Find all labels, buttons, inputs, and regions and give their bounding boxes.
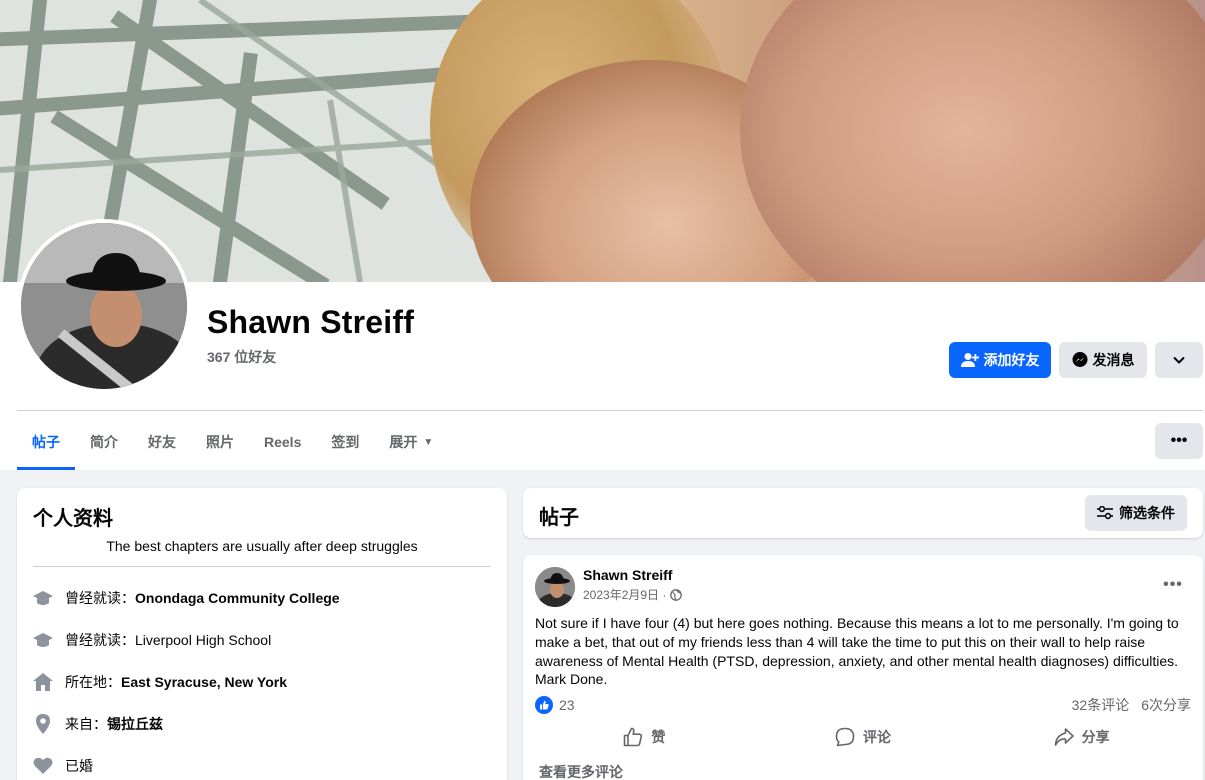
comment-bubble-icon (835, 727, 855, 747)
avatar-portrait-graphic (535, 567, 575, 607)
tab-label: 好友 (148, 434, 176, 450)
graduation-cap-icon (33, 630, 53, 650)
intro-row-prefix: 曾经就读： (65, 632, 135, 648)
intro-row-value[interactable]: Liverpool High School (135, 632, 271, 648)
graduation-cap-icon (33, 588, 53, 608)
post-meta: 2023年2月9日 · (583, 586, 683, 603)
intro-education-row: 曾经就读： Liverpool High School (33, 628, 271, 652)
post-date[interactable]: 2023年2月9日 · (583, 586, 666, 603)
filter-label: 筛选条件 (1119, 505, 1175, 521)
friends-count[interactable]: 367 位好友 (207, 347, 276, 367)
add-person-icon (960, 353, 979, 367)
posts-header-card: 帖子 筛选条件 (523, 488, 1203, 538)
intro-row-prefix: 来自： (65, 716, 107, 732)
message-button[interactable]: 发消息 (1059, 342, 1147, 378)
share-label: 分享 (1081, 729, 1110, 745)
profile-name: Shawn Streiff (207, 304, 415, 340)
intro-row-value[interactable]: 锡拉丘兹 (107, 714, 163, 734)
sliders-icon (1097, 506, 1113, 520)
intro-relationship-row: 已婚 (33, 754, 93, 778)
location-pin-icon (33, 714, 53, 734)
filter-button[interactable]: 筛选条件 (1085, 495, 1187, 531)
tab-label: 帖子 (32, 434, 60, 450)
home-icon (33, 672, 53, 692)
profile-options-button[interactable] (1155, 342, 1203, 378)
caret-down-icon: ▼ (423, 436, 434, 448)
share-button[interactable]: 分享 (972, 720, 1191, 754)
intro-row-value[interactable]: East Syracuse, New York (121, 674, 287, 690)
intro-education-row: 曾经就读： Onondaga Community College (33, 586, 340, 610)
post-card: Shawn Streiff 2023年2月9日 · ••• Not sure i… (523, 555, 1203, 780)
tabs-more-options-button[interactable]: ••• (1155, 423, 1203, 459)
intro-card: 个人资料 The best chapters are usually after… (17, 488, 507, 780)
comment-label: 评论 (863, 729, 891, 745)
tab-label: 简介 (90, 434, 118, 450)
like-reaction-icon[interactable] (535, 696, 553, 714)
tab-label: 签到 (331, 434, 360, 450)
tab-about[interactable]: 简介 (75, 414, 133, 470)
profile-header: Shawn Streiff 367 位好友 添加好友 发消息 帖子 简介 好友 … (0, 0, 1205, 470)
tab-label: 照片 (206, 434, 234, 450)
tab-posts[interactable]: 帖子 (17, 414, 75, 470)
likes-count[interactable]: 23 (559, 697, 575, 713)
post-body: Not sure if I have four (4) but here goe… (535, 615, 1179, 688)
post-author-name[interactable]: Shawn Streiff (583, 567, 672, 583)
posts-title: 帖子 (539, 507, 579, 529)
header-divider (17, 410, 1203, 411)
thumbs-up-icon (624, 727, 643, 747)
intro-row-prefix: 曾经就读： (65, 590, 135, 606)
post-options-button[interactable]: ••• (1157, 573, 1189, 597)
add-friend-label: 添加好友 (983, 352, 1040, 368)
tab-label: Reels (264, 434, 302, 450)
intro-row-prefix: 所在地： (65, 674, 121, 690)
tab-checkins[interactable]: 签到 (316, 414, 374, 470)
like-button[interactable]: 赞 (535, 720, 754, 754)
intro-divider (33, 566, 491, 567)
avatar-photo (21, 223, 187, 389)
intro-title: 个人资料 (33, 508, 113, 530)
add-friend-button[interactable]: 添加好友 (949, 342, 1051, 378)
messenger-icon (1072, 352, 1087, 367)
intro-hometown-row: 来自： 锡拉丘兹 (33, 712, 163, 736)
cover-person-face (740, 0, 1205, 282)
avatar-portrait-graphic (21, 223, 187, 389)
post-author-avatar[interactable] (535, 567, 575, 607)
like-label: 赞 (651, 729, 666, 745)
message-label: 发消息 (1092, 352, 1135, 368)
view-more-comments-link[interactable]: 查看更多评论 (539, 762, 623, 780)
chevron-down-icon (1173, 356, 1185, 364)
comment-button[interactable]: 评论 (754, 720, 973, 754)
intro-bio: The best chapters are usually after deep… (106, 538, 418, 554)
intro-row-value[interactable]: Onondaga Community College (135, 590, 340, 606)
comments-count[interactable]: 32条评论 (1072, 695, 1130, 715)
shares-count[interactable]: 6次分享 (1141, 695, 1191, 715)
post-stats: 23 32条评论 6次分享 (535, 695, 1191, 715)
ellipsis-icon: ••• (1170, 432, 1188, 449)
profile-tabs: 帖子 简介 好友 照片 Reels 签到 展开 ▼ (17, 414, 448, 470)
tab-reels[interactable]: Reels (249, 414, 316, 470)
intro-row-prefix: 已婚 (65, 758, 93, 774)
profile-avatar[interactable] (17, 219, 191, 393)
post-actions: 赞 评论 分享 (535, 720, 1191, 754)
tab-friends[interactable]: 好友 (133, 414, 191, 470)
share-arrow-icon (1054, 728, 1074, 746)
ellipsis-icon: ••• (1163, 576, 1183, 593)
heart-icon (33, 756, 53, 776)
tab-label: 展开 (389, 434, 418, 450)
tab-more[interactable]: 展开 ▼ (374, 414, 448, 470)
tab-photos[interactable]: 照片 (191, 414, 249, 470)
intro-location-row: 所在地： East Syracuse, New York (33, 670, 287, 694)
globe-icon (670, 588, 683, 601)
